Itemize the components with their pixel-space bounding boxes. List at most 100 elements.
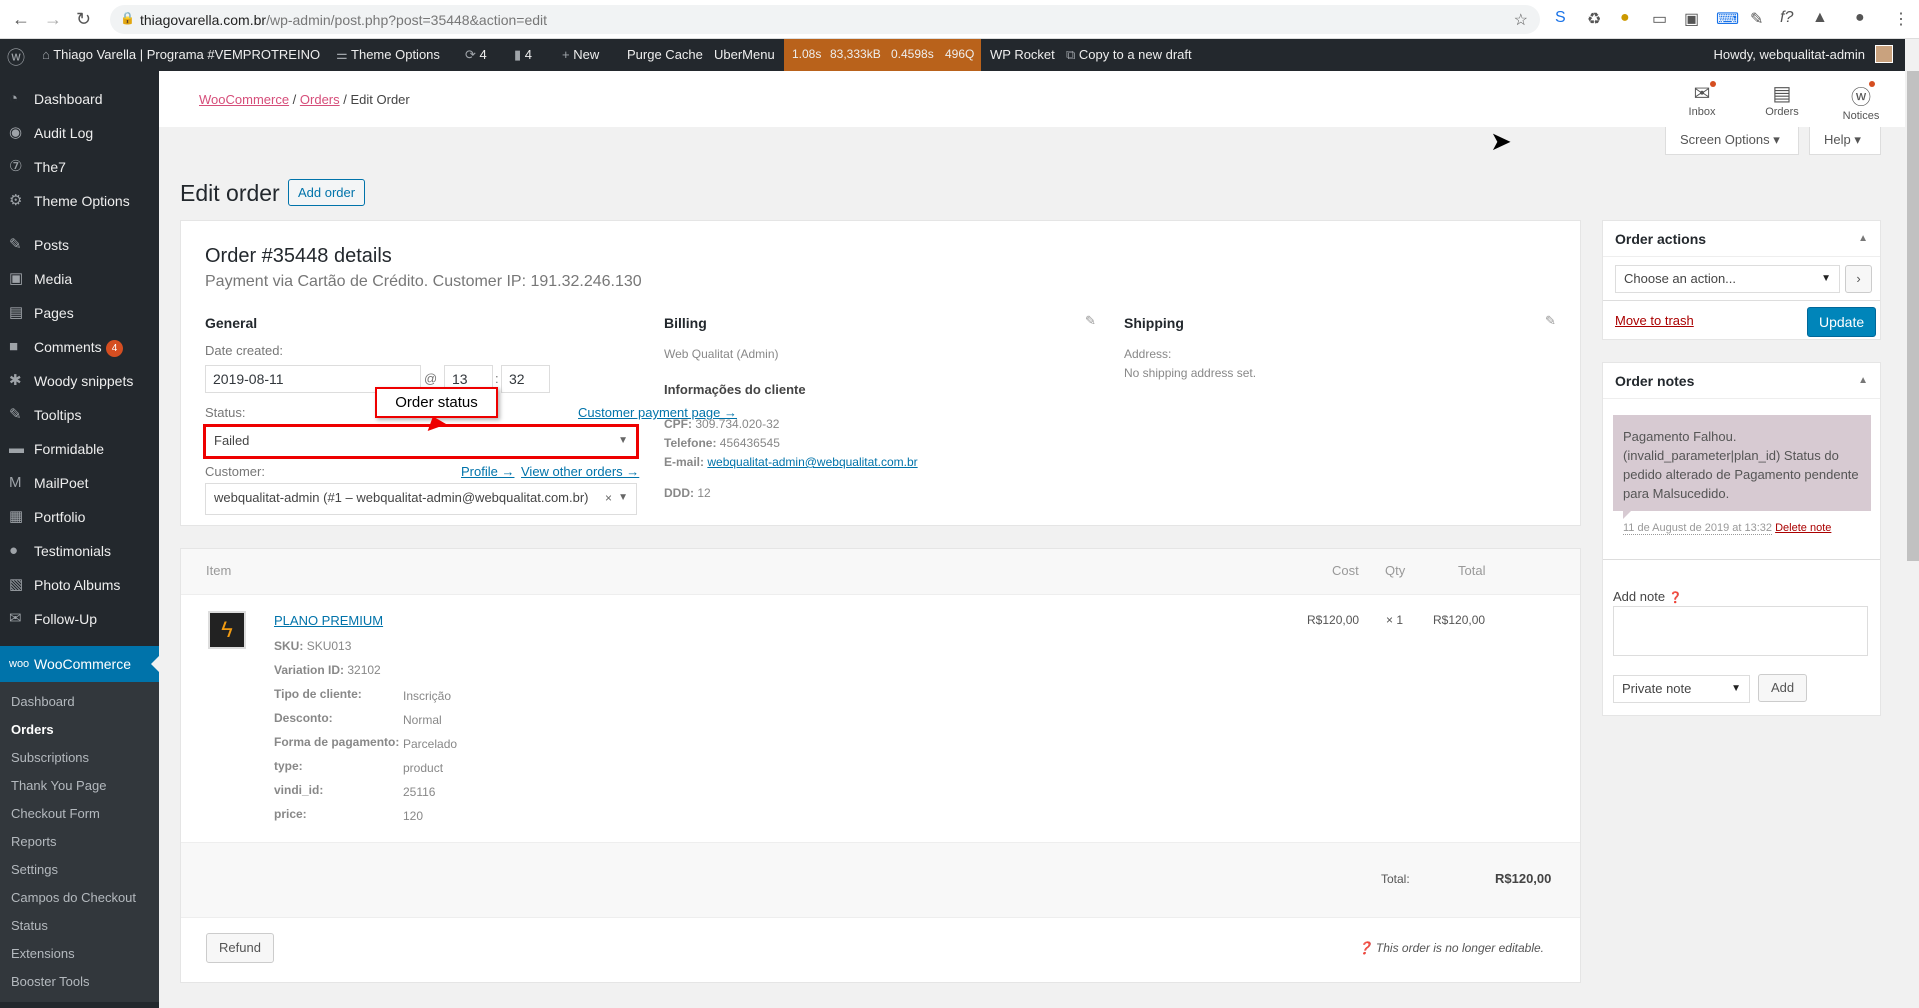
new-link[interactable]: + New [562,47,599,62]
sidebar-item-portfolio[interactable]: ▦ Portfolio [0,500,159,534]
collapse-icon[interactable]: ▲ [1858,221,1868,257]
sidebar-item-label: Formidable [34,441,105,457]
copy-draft-link[interactable]: ⧉ Copy to a new draft [1066,47,1192,63]
wp-rocket-link[interactable]: WP Rocket [990,47,1055,62]
sidebar-item-posts[interactable]: ✎ Posts [0,228,159,262]
extension-r-icon[interactable]: ▣ [1684,9,1699,29]
view-other-orders-link[interactable]: View other orders → [521,464,639,479]
breadcrumb-woocommerce[interactable]: WooCommerce [199,92,289,107]
item-meta-row: Forma de pagamento: Parcelado [274,735,574,759]
submenu-item-status[interactable]: Status [0,912,159,940]
theme-options-link[interactable]: ⚌ Theme Options [336,47,440,63]
submenu-item-booster-tools[interactable]: Booster Tools [0,968,159,996]
media-icon: ▣ [9,270,24,287]
inbox-button[interactable]: ✉ Inbox [1672,81,1732,118]
sidebar-item-dashboard[interactable]: ◔ Dashboard [0,82,159,116]
note-date: 11 de August de 2019 at 13:32 [1623,522,1773,535]
product-link[interactable]: PLANO PREMIUM [274,613,383,628]
screen-options-button[interactable]: Screen Options ▾ [1665,127,1799,155]
add-note-textarea[interactable] [1613,606,1868,656]
collapse-icon[interactable]: ▲ [1858,363,1868,399]
sidebar-item-photo-albums[interactable]: ▧ Photo Albums [0,568,159,602]
minute-input[interactable]: 32 [501,365,550,393]
menu-icon[interactable]: ⋮ [1893,9,1909,29]
sidebar-item-testimonials[interactable]: ● Testimonials [0,534,159,568]
submenu-item-campos-do-checkout[interactable]: Campos do Checkout [0,884,159,912]
avatar[interactable] [1875,45,1893,63]
update-button[interactable]: Update [1807,307,1877,337]
sidebar-item-formidable[interactable]: ▬ Formidable [0,432,159,466]
refund-button[interactable]: Refund [206,933,274,963]
forward-icon[interactable]: → [44,9,62,30]
submenu-item-thank-you-page[interactable]: Thank You Page [0,772,159,800]
extension-recycle-icon[interactable]: ♻ [1587,9,1601,29]
sidebar-item-audit-log[interactable]: ◉ Audit Log [0,116,159,150]
profile-icon[interactable]: ● [1855,9,1865,27]
sidebar-item-woocommerce[interactable]: woo WooCommerce [0,646,159,682]
notices-button[interactable]: ⓦ Notices [1831,81,1891,122]
ubermenu-link[interactable]: UberMenu [714,47,775,62]
help-button[interactable]: Help ▾ [1809,127,1881,155]
help-label: Help [1824,132,1851,147]
extension-arrow-icon[interactable]: ▲ [1812,9,1828,27]
clear-icon[interactable]: × [605,484,612,512]
site-link[interactable]: ⌂ Thiago Varella | Programa #VEMPROTREIN… [42,47,320,62]
extension-circle-icon[interactable]: ● [1620,9,1630,27]
extension-code-icon[interactable]: ⌨ [1716,9,1739,29]
note-type-select[interactable]: Private note ▼ [1613,675,1750,703]
status-select[interactable]: Failed ▼ [203,424,639,459]
email-link[interactable]: webqualitat-admin@webqualitat.com.br [707,455,917,469]
portfolio-icon: ▦ [9,508,24,525]
wordpress-icon[interactable]: ⓦ [7,44,25,70]
help-icon: ❓ [1357,941,1376,955]
sidebar-item-pages[interactable]: ▤ Pages [0,296,159,330]
sidebar-item-comments[interactable]: ■ Comments 4 [0,330,159,364]
sidebar-item-mailpoet[interactable]: M MailPoet [0,466,159,500]
font-icon[interactable]: f? [1780,9,1793,27]
extension-screen-icon[interactable]: ▭ [1652,9,1667,29]
back-icon[interactable]: ← [12,9,30,30]
sidebar-item-tooltips[interactable]: ✎ Tooltips [0,398,159,432]
add-order-button[interactable]: Add order [288,179,366,206]
new-label: New [573,47,600,62]
sidebar-item-media[interactable]: ▣ Media [0,262,159,296]
comments-link[interactable]: ▮ 4 [514,47,532,63]
query-monitor[interactable]: 1.08s 83,333kB 0.4598s 496Q [784,39,981,71]
add-note-button[interactable]: Add [1758,674,1808,702]
sidebar-item-label: The7 [34,159,66,175]
edit-billing-icon[interactable]: ✎ [1085,313,1096,329]
order-action-select[interactable]: Choose an action... ▼ [1615,265,1840,293]
profile-link[interactable]: Profile → [461,464,514,479]
submenu-item-subscriptions[interactable]: Subscriptions [0,744,159,772]
star-icon[interactable]: ☆ [1514,10,1528,30]
customer-select[interactable]: webqualitat-admin (#1 – webqualitat-admi… [205,483,637,515]
howdy-user[interactable]: Howdy, webqualitat-admin [1714,47,1866,62]
sidebar-item-woody-snippets[interactable]: ✱ Woody snippets [0,364,159,398]
scrollbar-thumb[interactable] [1907,71,1919,561]
sidebar-item-the7[interactable]: ⑦ The7 [0,150,159,184]
submenu-item-dashboard[interactable]: Dashboard [0,688,159,716]
submenu-item-checkout-form[interactable]: Checkout Form [0,800,159,828]
breadcrumb-orders[interactable]: Orders [300,92,340,107]
address-bar[interactable]: 🔒 thiagovarella.com.br/wp-admin/post.php… [110,5,1540,34]
purge-cache-link[interactable]: Purge Cache [627,47,703,62]
submenu-item-orders[interactable]: Orders [0,716,159,744]
submenu-item-settings[interactable]: Settings [0,856,159,884]
item-meta-row: vindi_id: 25116 [274,783,574,807]
sidebar-item-theme-options[interactable]: ⚙ Theme Options [0,184,159,218]
move-to-trash-link[interactable]: Move to trash [1615,313,1694,328]
extension-s-icon[interactable]: S [1555,9,1566,27]
orders-button[interactable]: ▤ Orders [1752,81,1812,118]
reload-icon[interactable]: ↻ [76,9,91,30]
help-icon[interactable]: ❓ [1669,592,1683,604]
delete-note-link[interactable]: Delete note [1775,522,1831,534]
sidebar-item-follow-up[interactable]: ✉ Follow-Up [0,602,159,636]
eyedropper-icon[interactable]: ✎ [1750,9,1763,29]
edit-shipping-icon[interactable]: ✎ [1545,313,1556,329]
submenu-item-extensions[interactable]: Extensions [0,940,159,968]
apply-action-button[interactable]: › [1845,265,1872,293]
submenu-item-reports[interactable]: Reports [0,828,159,856]
meta-key: Forma de pagamento: [274,735,400,749]
updates-link[interactable]: ⟳ 4 [465,47,487,63]
header-item: Item [206,563,232,578]
